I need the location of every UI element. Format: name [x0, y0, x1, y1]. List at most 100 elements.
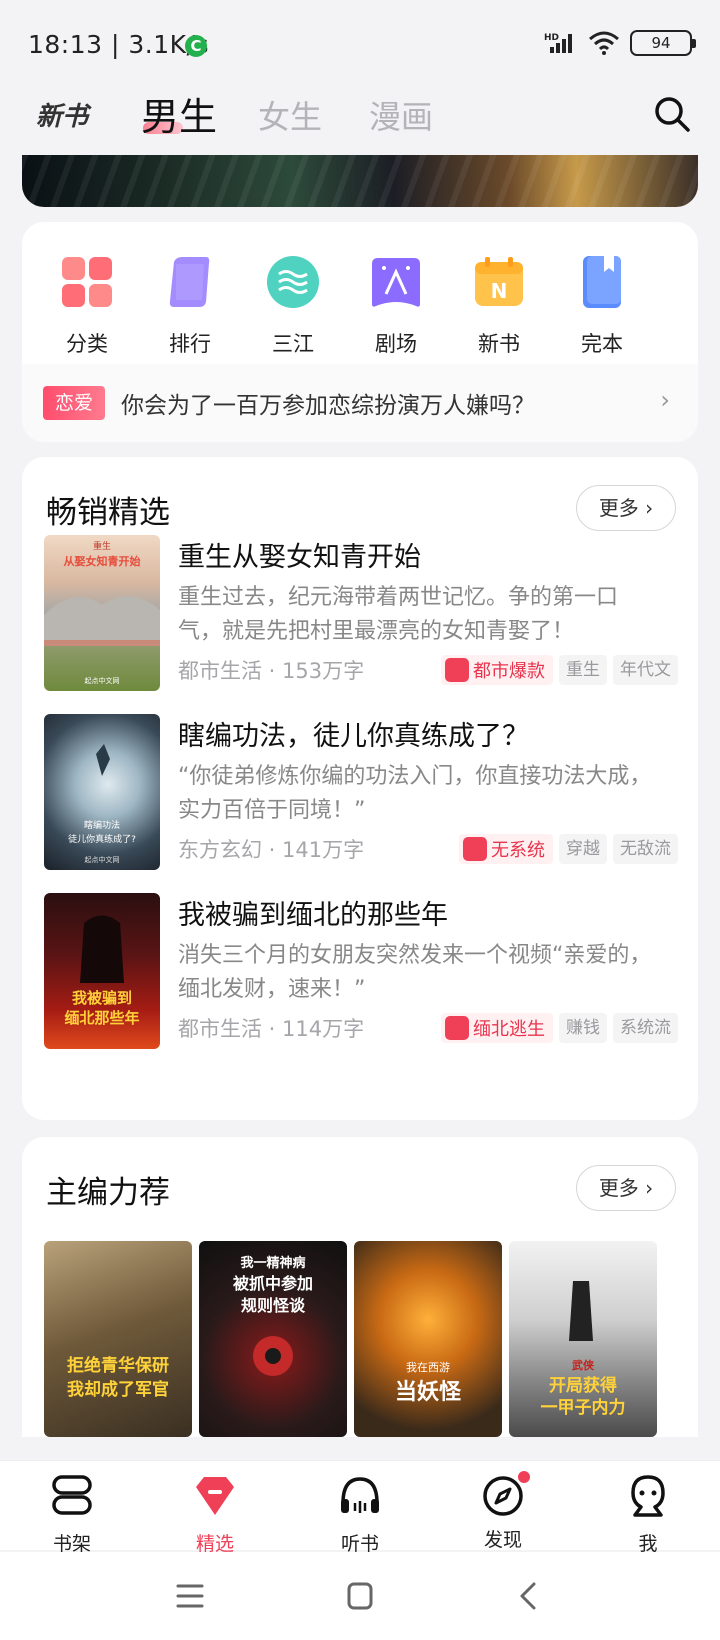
- svg-text:起点中文网: 起点中文网: [85, 676, 120, 685]
- rank-icon: [169, 257, 210, 307]
- pick-cover[interactable]: 我一精神病 被抓中参加 规则怪谈: [199, 1241, 347, 1437]
- svg-text:缅北那些年: 缅北那些年: [64, 1009, 139, 1027]
- cover-art: 重生 从娶女知青开始 起点中文网: [44, 540, 160, 685]
- tab-male[interactable]: 男生: [141, 86, 217, 141]
- quick-entry-label: 三江: [272, 332, 314, 356]
- book-tag[interactable]: 系统流: [613, 1013, 678, 1043]
- quick-entry-label: 完本: [581, 332, 623, 356]
- tab-me[interactable]: 我: [608, 1473, 688, 1556]
- pick-cover[interactable]: 武侠 开局获得 一甲子内力: [509, 1241, 657, 1437]
- book-meta: 东方玄幻 · 141万字: [178, 838, 365, 862]
- more-button[interactable]: 更多 ›: [576, 485, 676, 531]
- chevron-right-icon: ›: [645, 1176, 654, 1200]
- promo-banner[interactable]: 恋爱 你会为了一百万参加恋综扮演万人嫌吗？ ›: [22, 364, 698, 442]
- svg-text:我一精神病: 我一精神病: [240, 1255, 305, 1271]
- svg-text:起点中文网: 起点中文网: [85, 855, 120, 864]
- book-genre: 东方玄幻: [178, 838, 262, 862]
- book-row[interactable]: 我被骗到 缅北那些年 我被骗到缅北的那些年 消失三个月的女朋友突然发来一个视频“…: [44, 893, 678, 1051]
- menu-icon[interactable]: [170, 1578, 210, 1614]
- highlight-tag-label: 无系统: [491, 840, 545, 861]
- category-icon: [62, 257, 112, 307]
- cover-art: 拒绝青华保研 我却成了军官: [67, 1355, 169, 1400]
- quick-entry-label: 排行: [169, 332, 211, 356]
- pick-cover[interactable]: 我在西游 当妖怪: [354, 1241, 502, 1437]
- book-meta: 都市生活 · 153万字: [178, 659, 365, 683]
- more-button[interactable]: 更多 ›: [576, 1165, 676, 1211]
- quick-entry-theater[interactable]: 剧场: [351, 254, 441, 358]
- system-nav-bar: [0, 1552, 720, 1640]
- quick-entry-category[interactable]: 分类: [42, 254, 132, 358]
- highlight-tag[interactable]: 缅北逃生: [441, 1013, 553, 1043]
- back-icon[interactable]: [508, 1578, 548, 1614]
- book-tag[interactable]: 重生: [559, 655, 607, 685]
- top-banner[interactable]: [22, 155, 698, 207]
- svg-text:瞎编功法: 瞎编功法: [84, 819, 120, 831]
- status-bar: 18:13 | 3.1K/s C HD 94: [0, 0, 720, 88]
- top-nav: 新书 男生 女生 漫画: [0, 88, 720, 156]
- book-row[interactable]: 瞎编功法 徒儿你真练成了? 起点中文网 瞎编功法，徒儿你真练成了？ “你徒弟修炼…: [44, 714, 678, 872]
- cover-art: 武侠 开局获得 一甲子内力: [541, 1281, 626, 1418]
- tab-new-books[interactable]: 新书: [36, 96, 88, 133]
- book-cover[interactable]: 瞎编功法 徒儿你真练成了? 起点中文网: [44, 714, 160, 870]
- tab-comics[interactable]: 漫画: [369, 92, 433, 138]
- notification-dot: [518, 1471, 530, 1483]
- svg-text:从娶女知青开始: 从娶女知青开始: [64, 554, 141, 568]
- svg-text:我被骗到: 我被骗到: [72, 989, 132, 1007]
- book-title: 重生从娶女知青开始: [178, 542, 421, 573]
- tab-audiobooks[interactable]: 听书: [320, 1473, 400, 1556]
- book-cover[interactable]: 重生 从娶女知青开始 起点中文网: [44, 535, 160, 691]
- svg-text:HD: HD: [544, 33, 559, 43]
- book-word-count: 114万字: [282, 1017, 365, 1041]
- quick-entry-rank[interactable]: 排行: [145, 254, 235, 358]
- book-row[interactable]: 重生 从娶女知青开始 起点中文网 重生从娶女知青开始 重生过去，纪元海带着两世记…: [44, 535, 678, 693]
- book-tag[interactable]: 穿越: [559, 834, 607, 864]
- book-tag[interactable]: 年代文: [613, 655, 678, 685]
- new-book-icon: N: [475, 257, 523, 306]
- tab-label: 发现: [483, 1529, 522, 1551]
- battery-indicator: 94: [630, 30, 696, 56]
- pick-cover[interactable]: 拒绝青华保研 我却成了军官: [44, 1241, 192, 1437]
- svg-text:我在西游: 我在西游: [406, 1361, 450, 1374]
- book-tag[interactable]: 赚钱: [559, 1013, 607, 1043]
- chevron-right-icon: ›: [660, 386, 670, 414]
- tab-female[interactable]: 女生: [258, 92, 322, 138]
- bestseller-section: 畅销精选 更多 › 重生 从娶女知青开始 起点中文网 重生从娶女知青开始 重生过…: [22, 457, 698, 1120]
- quick-entry-sanjiang[interactable]: 三江: [248, 254, 338, 358]
- featured-icon: [196, 1477, 234, 1515]
- quick-entry-label: 新书: [478, 332, 520, 356]
- svg-text:一甲子内力: 一甲子内力: [541, 1397, 626, 1418]
- cover-art: 我在西游 当妖怪: [395, 1361, 462, 1405]
- svg-text:徒儿你真练成了?: 徒儿你真练成了?: [68, 833, 136, 845]
- book-tag[interactable]: 无敌流: [613, 834, 678, 864]
- editor-picks-section: 主编力荐 更多 › 拒绝青华保研 我却成了军官 我一精神病 被抓中参加 规则怪谈…: [22, 1137, 698, 1437]
- book-meta: 都市生活 · 114万字: [178, 1017, 365, 1041]
- highlight-tag-label: 缅北逃生: [473, 1019, 545, 1040]
- home-icon[interactable]: [340, 1578, 380, 1614]
- promo-text: 你会为了一百万参加恋综扮演万人嫌吗？: [121, 393, 535, 419]
- highlight-tag[interactable]: 都市爆款: [441, 655, 553, 685]
- book-tags: 缅北逃生 赚钱 系统流: [441, 1013, 678, 1043]
- book-word-count: 153万字: [282, 659, 365, 683]
- heart-book-icon: [445, 658, 469, 682]
- highlight-tag[interactable]: 无系统: [459, 834, 553, 864]
- quick-entry-new-books[interactable]: N 新书: [454, 254, 544, 358]
- sanjiang-icon: [267, 256, 319, 308]
- section-title: 主编力荐: [46, 1175, 170, 1211]
- cover-art: 我被骗到 缅北那些年: [64, 915, 140, 1027]
- heart-book-icon: [445, 1016, 469, 1040]
- tab-bookshelf[interactable]: 书架: [32, 1473, 112, 1556]
- book-title: 我被骗到缅北的那些年: [178, 900, 448, 931]
- quick-entry-finished[interactable]: 完本: [557, 254, 647, 358]
- tab-discover[interactable]: 发现: [463, 1471, 543, 1552]
- signal-icon: HD: [544, 33, 572, 53]
- search-icon[interactable]: [652, 94, 692, 134]
- book-description: 消失三个月的女朋友突然发来一个视频“亲爱的，缅北发财，速来！”: [178, 943, 652, 1002]
- book-genre: 都市生活: [178, 659, 262, 683]
- svg-text:拒绝青华保研: 拒绝青华保研: [67, 1355, 169, 1376]
- tab-featured[interactable]: 精选: [175, 1473, 255, 1556]
- book-genre: 都市生活: [178, 1017, 262, 1041]
- bottom-tab-bar: 书架 精选 听书 发现 我: [0, 1460, 720, 1555]
- headphones-icon: [341, 1477, 379, 1513]
- svg-text:被抓中参加: 被抓中参加: [233, 1274, 313, 1293]
- book-cover[interactable]: 我被骗到 缅北那些年: [44, 893, 160, 1049]
